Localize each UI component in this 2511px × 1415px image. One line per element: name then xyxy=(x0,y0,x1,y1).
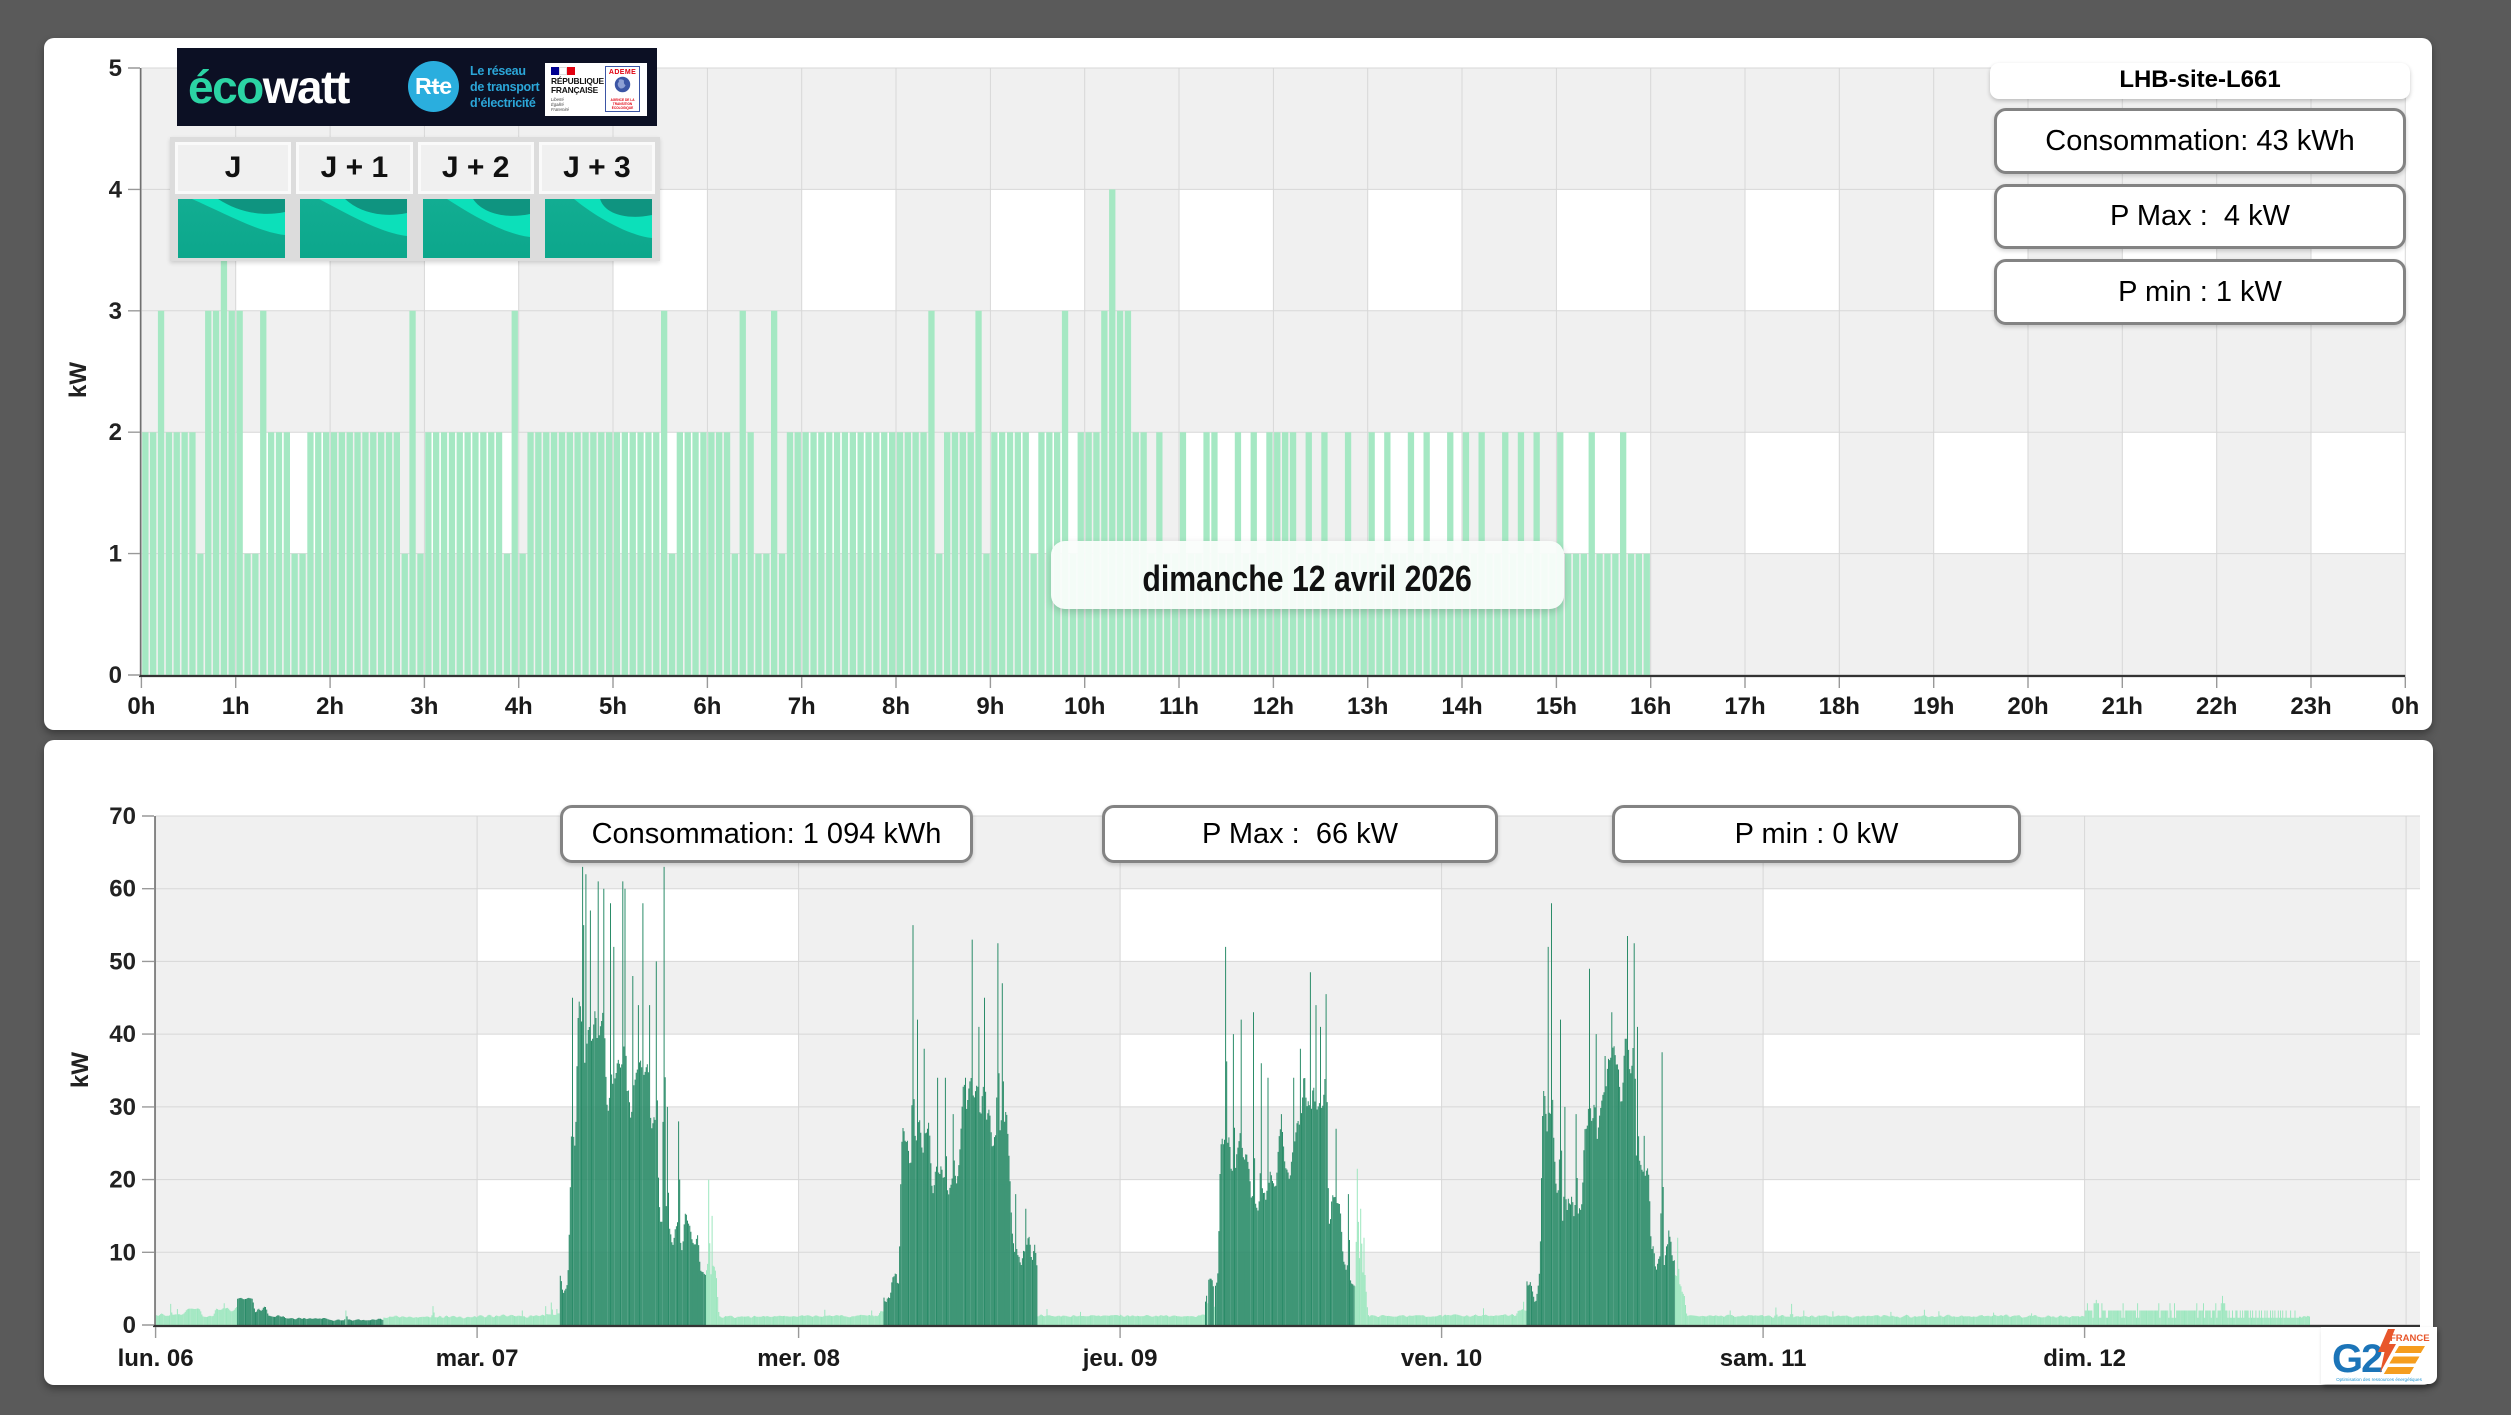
svg-text:50: 50 xyxy=(109,948,136,975)
svg-text:Optimisation des ressources én: Optimisation des ressources énergétiques xyxy=(2336,1377,2422,1382)
svg-text:10h: 10h xyxy=(1064,693,1105,720)
svg-text:5: 5 xyxy=(109,55,122,82)
svg-text:17h: 17h xyxy=(1724,693,1765,720)
svg-text:kW: kW xyxy=(67,1052,94,1088)
svg-text:21h: 21h xyxy=(2102,693,2143,720)
svg-text:14h: 14h xyxy=(1441,693,1482,720)
svg-text:lun. 06: lun. 06 xyxy=(118,1345,194,1372)
svg-text:23h: 23h xyxy=(2290,693,2331,720)
svg-text:jeu. 09: jeu. 09 xyxy=(1082,1345,1158,1372)
svg-text:6h: 6h xyxy=(693,693,721,720)
svg-text:G2: G2 xyxy=(2332,1337,2382,1381)
svg-text:2: 2 xyxy=(109,419,122,446)
svg-text:10: 10 xyxy=(109,1239,136,1266)
svg-text:18h: 18h xyxy=(1819,693,1860,720)
svg-text:0h: 0h xyxy=(2391,693,2419,720)
svg-text:1: 1 xyxy=(109,541,122,568)
svg-text:16h: 16h xyxy=(1630,693,1671,720)
svg-text:0: 0 xyxy=(109,662,122,689)
svg-text:dim. 12: dim. 12 xyxy=(2043,1345,2126,1372)
svg-text:sam. 11: sam. 11 xyxy=(1720,1345,1807,1372)
svg-text:0: 0 xyxy=(123,1312,136,1339)
svg-text:19h: 19h xyxy=(1913,693,1954,720)
svg-text:11h: 11h xyxy=(1159,693,1199,720)
svg-text:15h: 15h xyxy=(1536,693,1577,720)
svg-text:mar. 07: mar. 07 xyxy=(436,1345,519,1372)
svg-text:3: 3 xyxy=(109,298,122,325)
svg-text:0h: 0h xyxy=(127,693,155,720)
svg-text:4h: 4h xyxy=(505,693,533,720)
svg-text:60: 60 xyxy=(109,876,136,903)
svg-text:FRANCE: FRANCE xyxy=(2390,1333,2430,1344)
svg-text:20h: 20h xyxy=(2007,693,2048,720)
svg-text:12h: 12h xyxy=(1253,693,1294,720)
svg-text:40: 40 xyxy=(109,1021,136,1048)
svg-text:9h: 9h xyxy=(976,693,1004,720)
svg-text:5h: 5h xyxy=(599,693,627,720)
svg-text:mer. 08: mer. 08 xyxy=(757,1345,840,1372)
svg-text:3h: 3h xyxy=(410,693,438,720)
svg-text:20: 20 xyxy=(109,1167,136,1194)
svg-text:2h: 2h xyxy=(316,693,344,720)
svg-text:30: 30 xyxy=(109,1094,136,1121)
svg-text:13h: 13h xyxy=(1347,693,1388,720)
svg-text:4: 4 xyxy=(109,176,123,203)
svg-text:7h: 7h xyxy=(788,693,816,720)
svg-text:8h: 8h xyxy=(882,693,910,720)
svg-text:kW: kW xyxy=(65,362,92,398)
svg-text:22h: 22h xyxy=(2196,693,2237,720)
svg-text:70: 70 xyxy=(109,803,136,830)
svg-text:ven. 10: ven. 10 xyxy=(1401,1345,1482,1372)
svg-text:1h: 1h xyxy=(222,693,250,720)
